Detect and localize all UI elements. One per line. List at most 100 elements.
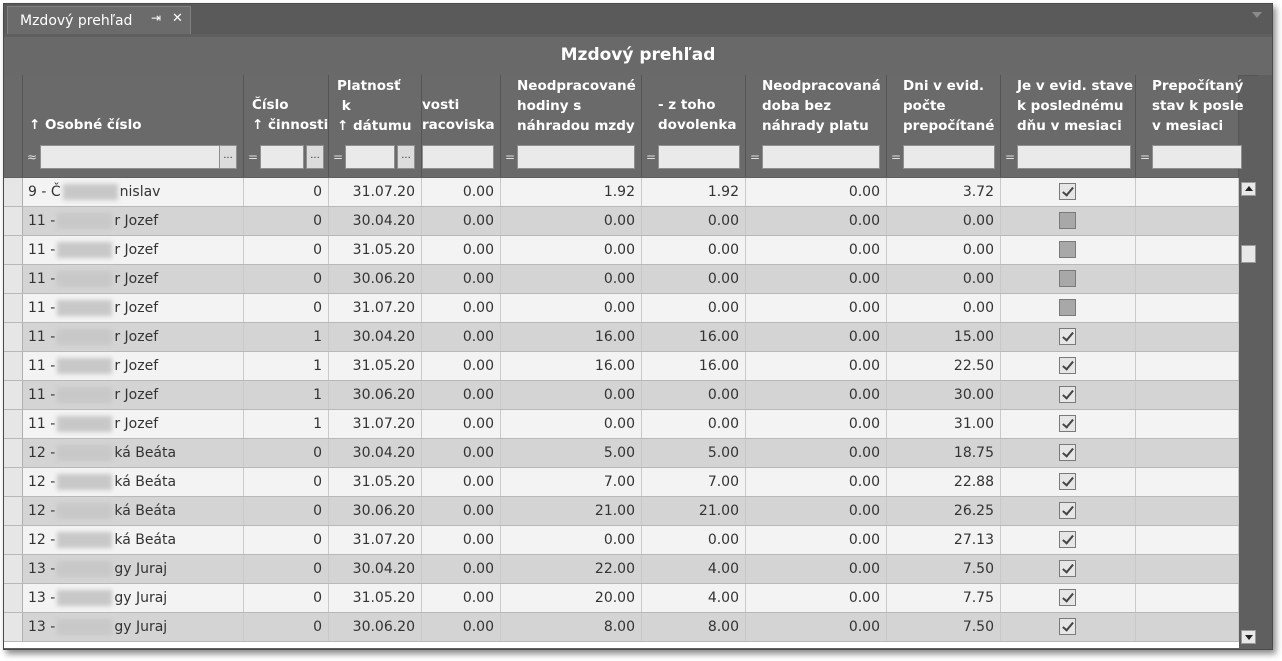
cell-bez[interactable]: 0.00 (746, 526, 887, 554)
cell-dov[interactable]: 0.00 (642, 265, 746, 293)
cell-dni[interactable]: 26.25 (887, 497, 1001, 525)
row-selector[interactable] (4, 265, 23, 293)
cell-prac[interactable]: 0.00 (422, 584, 501, 612)
cell-dov[interactable]: 4.00 (642, 555, 746, 583)
cell-dni[interactable]: 22.88 (887, 468, 1001, 496)
filter-operator-icon[interactable]: = (1140, 150, 1150, 164)
cell-personal-number[interactable]: 13 - gy Juraj (23, 555, 244, 583)
row-selector[interactable] (4, 207, 23, 235)
table-row[interactable]: 11 -r Jozef 0 31.05.20 0.00 0.00 0.00 0.00 0.00 (4, 236, 1239, 265)
column-header-9[interactable]: Prepočítaný stav k posle v mesiaci = (1136, 75, 1244, 177)
filter-input[interactable] (260, 145, 304, 169)
cell-dov[interactable]: 21.00 (642, 497, 746, 525)
table-row[interactable]: 11 -r Jozef 0 30.04.20 0.00 0.00 0.00 0.00 0.00 (4, 207, 1239, 236)
checkbox[interactable] (1059, 502, 1076, 519)
filter-operator-icon[interactable]: = (505, 150, 515, 164)
cell-bez[interactable]: 0.00 (746, 439, 887, 467)
cell-dni[interactable]: 0.00 (887, 236, 1001, 264)
cell-bez[interactable]: 0.00 (746, 410, 887, 438)
column-header-8[interactable]: Je v evid. stave k poslednému dňu v mesi… (1001, 75, 1136, 177)
cell-personal-number[interactable]: 13 - gy Juraj (23, 584, 244, 612)
cell-bez[interactable]: 0.00 (746, 352, 887, 380)
row-selector[interactable] (4, 439, 23, 467)
filter-ellipsis-button[interactable]: ... (306, 145, 324, 169)
checkbox[interactable] (1059, 473, 1076, 490)
cell-date[interactable]: 30.04.20 (329, 207, 422, 235)
cell-cin[interactable]: 0 (244, 265, 329, 293)
cell-personal-number[interactable]: 11 - r Jozef (23, 352, 244, 380)
cell-date[interactable]: 30.04.20 (329, 439, 422, 467)
cell-bez[interactable]: 0.00 (746, 555, 887, 583)
cell-in-evidence[interactable] (1001, 613, 1136, 641)
row-selector[interactable] (4, 381, 23, 409)
cell-neod[interactable]: 20.00 (501, 584, 642, 612)
cell-date[interactable]: 30.06.20 (329, 381, 422, 409)
cell-cin[interactable]: 0 (244, 468, 329, 496)
filter-input[interactable] (762, 145, 880, 169)
filter-operator-icon[interactable]: ≈ (27, 150, 37, 164)
vertical-scrollbar[interactable] (1239, 178, 1258, 648)
table-row[interactable]: 11 -r Jozef 1 31.05.20 0.00 16.00 16.00 0.00 22… (4, 352, 1239, 381)
cell-date[interactable]: 31.05.20 (329, 468, 422, 496)
cell-prac[interactable]: 0.00 (422, 265, 501, 293)
filter-input[interactable] (422, 145, 494, 169)
row-selector[interactable] (4, 236, 23, 264)
checkbox[interactable] (1059, 299, 1076, 316)
filter-input[interactable] (658, 145, 740, 169)
table-row[interactable]: 11 -r Jozef 0 30.06.20 0.00 0.00 0.00 0.00 0.00 (4, 265, 1239, 294)
cell-prac[interactable]: 0.00 (422, 381, 501, 409)
cell-neod[interactable]: 22.00 (501, 555, 642, 583)
cell-personal-number[interactable]: 13 - gy Juraj (23, 613, 244, 641)
table-row[interactable]: 13 - gy Juraj 0 30.04.20 0.00 22.00 4.00 0.00 7.… (4, 555, 1239, 584)
cell-recalculated-state[interactable] (1136, 497, 1239, 525)
cell-in-evidence[interactable] (1001, 584, 1136, 612)
cell-dni[interactable]: 7.75 (887, 584, 1001, 612)
pin-icon[interactable]: ⇥ (151, 11, 161, 25)
row-selector[interactable] (4, 352, 23, 380)
cell-dov[interactable]: 0.00 (642, 381, 746, 409)
cell-date[interactable]: 31.05.20 (329, 584, 422, 612)
cell-cin[interactable]: 0 (244, 584, 329, 612)
table-row[interactable]: 12 - ká Beáta 0 30.04.20 0.00 5.00 5.00 0.00 18.… (4, 439, 1239, 468)
filter-operator-icon[interactable]: = (248, 150, 258, 164)
cell-prac[interactable]: 0.00 (422, 323, 501, 351)
cell-date[interactable]: 31.07.20 (329, 294, 422, 322)
table-row[interactable]: 12 - ká Beáta 0 31.05.20 0.00 7.00 7.00 0.00 22.… (4, 468, 1239, 497)
row-selector[interactable] (4, 178, 23, 206)
cell-cin[interactable]: 1 (244, 323, 329, 351)
cell-prac[interactable]: 0.00 (422, 497, 501, 525)
column-header-6[interactable]: Neodpracovaná doba bez náhrady platu = (746, 75, 887, 177)
row-selector[interactable] (4, 294, 23, 322)
cell-dov[interactable]: 7.00 (642, 468, 746, 496)
tab-menu-dropdown-icon[interactable] (1252, 12, 1262, 18)
cell-personal-number[interactable]: 11 - r Jozef (23, 294, 244, 322)
cell-personal-number[interactable]: 9 - Č nislav (23, 178, 244, 206)
checkbox[interactable] (1059, 270, 1076, 287)
row-selector[interactable] (4, 555, 23, 583)
cell-cin[interactable]: 0 (244, 526, 329, 554)
table-row[interactable]: 11 -r Jozef 0 31.07.20 0.00 0.00 0.00 0.00 0.00 (4, 294, 1239, 323)
cell-cin[interactable]: 0 (244, 178, 329, 206)
cell-prac[interactable]: 0.00 (422, 294, 501, 322)
cell-date[interactable]: 31.07.20 (329, 178, 422, 206)
cell-neod[interactable]: 0.00 (501, 294, 642, 322)
table-row[interactable]: 11 -r Jozef 1 30.04.20 0.00 16.00 16.00 0.00 15… (4, 323, 1239, 352)
cell-dov[interactable]: 8.00 (642, 613, 746, 641)
cell-recalculated-state[interactable] (1136, 613, 1239, 641)
cell-in-evidence[interactable] (1001, 352, 1136, 380)
cell-personal-number[interactable]: 12 - ká Beáta (23, 526, 244, 554)
cell-dni[interactable]: 22.50 (887, 352, 1001, 380)
cell-personal-number[interactable]: 11 - r Jozef (23, 410, 244, 438)
table-row[interactable]: 12 - ká Beáta 0 30.06.20 0.00 21.00 21.00 0.00 2… (4, 497, 1239, 526)
row-selector[interactable] (4, 468, 23, 496)
cell-date[interactable]: 30.04.20 (329, 555, 422, 583)
cell-recalculated-state[interactable] (1136, 439, 1239, 467)
row-selector[interactable] (4, 613, 23, 641)
table-row[interactable]: 9 - Čnislav 0 31.07.20 0.00 1.92 1.92 0.00 3.72 (4, 178, 1239, 207)
cell-bez[interactable]: 0.00 (746, 236, 887, 264)
cell-prac[interactable]: 0.00 (422, 207, 501, 235)
cell-neod[interactable]: 0.00 (501, 526, 642, 554)
cell-dni[interactable]: 27.13 (887, 526, 1001, 554)
cell-in-evidence[interactable] (1001, 294, 1136, 322)
cell-dni[interactable]: 3.72 (887, 178, 1001, 206)
